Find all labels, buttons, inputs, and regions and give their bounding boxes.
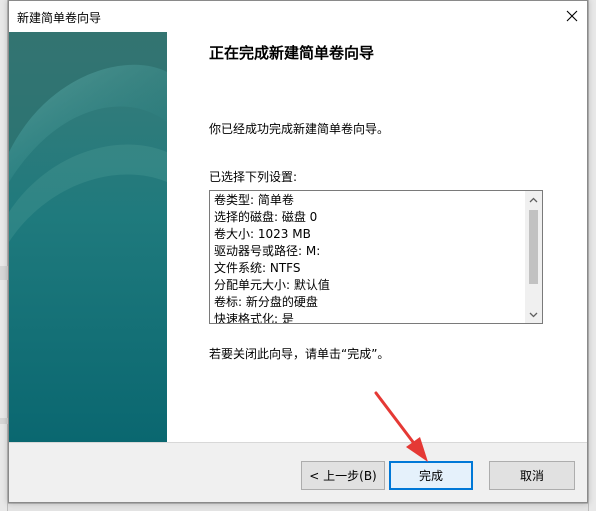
settings-line-file-system: 文件系统: NTFS bbox=[214, 261, 301, 275]
scroll-thumb[interactable] bbox=[529, 210, 538, 284]
settings-line-volume-label: 卷标: 新分盘的硬盘 bbox=[214, 295, 318, 309]
scroll-down-button[interactable] bbox=[525, 306, 542, 323]
wizard-banner-graphic bbox=[9, 32, 167, 442]
settings-line-allocation-unit: 分配单元大小: 默认值 bbox=[214, 278, 330, 292]
chevron-up-icon bbox=[529, 197, 538, 202]
settings-line-quick-format: 快速格式化: 是 bbox=[214, 312, 294, 324]
background-divider bbox=[0, 418, 8, 424]
close-icon bbox=[566, 10, 578, 22]
close-instruction: 若要关闭此向导，请单击“完成”。 bbox=[209, 347, 390, 361]
settings-label: 已选择下列设置: bbox=[209, 170, 298, 184]
background-right-panel bbox=[588, 0, 596, 511]
cancel-button[interactable]: 取消 bbox=[489, 461, 575, 490]
settings-line-volume-size: 卷大小: 1023 MB bbox=[214, 227, 311, 241]
finish-button[interactable]: 完成 bbox=[389, 461, 473, 490]
background-scroll-segment bbox=[0, 266, 8, 280]
settings-line-disk: 选择的磁盘: 磁盘 0 bbox=[214, 210, 318, 224]
settings-summary-listbox[interactable]: 卷类型: 简单卷 选择的磁盘: 磁盘 0 卷大小: 1023 MB 驱动器号或路… bbox=[209, 190, 543, 324]
wizard-content: 正在完成新建简单卷向导 你已经成功完成新建简单卷向导。 已选择下列设置: 卷类型… bbox=[9, 32, 587, 442]
new-simple-volume-wizard-dialog: 新建简单卷向导 正在完成新建简单卷向导 你已经成功完成新建简单卷向导。 已选择下… bbox=[8, 0, 588, 503]
wizard-main-area: 正在完成新建简单卷向导 你已经成功完成新建简单卷向导。 已选择下列设置: 卷类型… bbox=[167, 32, 587, 442]
settings-line-volume-type: 卷类型: 简单卷 bbox=[214, 193, 294, 207]
button-area-divider bbox=[9, 442, 587, 443]
chevron-down-icon bbox=[529, 312, 538, 317]
close-button[interactable] bbox=[557, 1, 587, 31]
background-left-panel bbox=[0, 0, 8, 511]
settings-scrollbar[interactable] bbox=[525, 191, 542, 323]
window-title: 新建简单卷向导 bbox=[17, 11, 102, 25]
wizard-side-banner bbox=[9, 32, 167, 442]
back-button[interactable]: < 上一步(B) bbox=[301, 461, 385, 490]
settings-line-drive-letter: 驱动器号或路径: M: bbox=[214, 244, 321, 258]
background-bottom-panel bbox=[8, 503, 588, 511]
page-title: 正在完成新建简单卷向导 bbox=[209, 44, 375, 62]
settings-summary-lines: 卷类型: 简单卷 选择的磁盘: 磁盘 0 卷大小: 1023 MB 驱动器号或路… bbox=[210, 191, 526, 324]
completion-message: 你已经成功完成新建简单卷向导。 bbox=[209, 122, 390, 136]
scroll-up-button[interactable] bbox=[525, 191, 542, 208]
title-bar[interactable]: 新建简单卷向导 bbox=[9, 1, 587, 32]
